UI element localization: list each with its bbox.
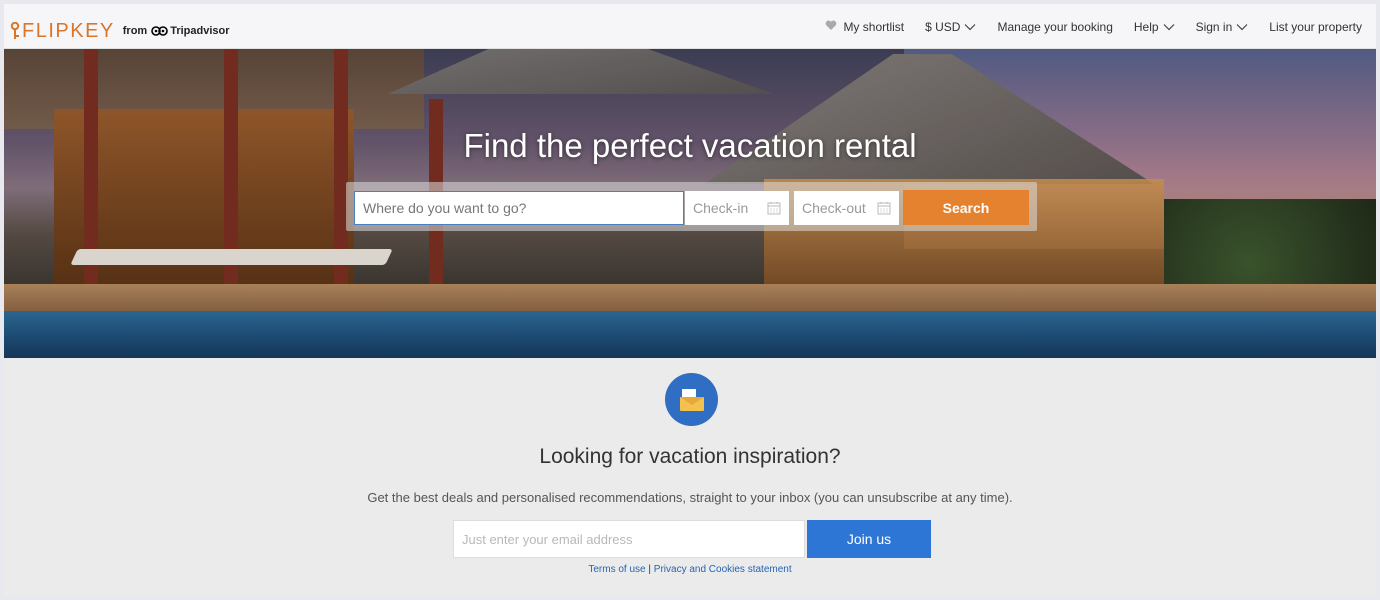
hero-title: Find the perfect vacation rental	[463, 127, 917, 164]
search-button[interactable]: Search	[903, 190, 1029, 225]
site-header: FLIPKEY from Tripadvisor My shortlist $ …	[4, 4, 1376, 49]
envelope-icon	[665, 373, 718, 426]
nav-currency-label: $ USD	[925, 19, 961, 34]
chevron-down-icon	[965, 23, 976, 30]
nav-sign-in[interactable]: Sign in	[1196, 20, 1249, 34]
email-field[interactable]	[453, 520, 805, 558]
search-panel: Where do you want to go? Check-in Check-…	[346, 182, 1037, 231]
nav-shortlist-label: My shortlist	[843, 19, 905, 34]
logo-text: FLIPKEY	[22, 19, 115, 42]
footer-links: Terms of use | Privacy and Cookies state…	[4, 564, 1376, 575]
checkout-input[interactable]: Check-out	[794, 191, 899, 225]
newsletter-title: Looking for vacation inspiration?	[539, 445, 841, 468]
heart-icon	[821, 20, 837, 34]
nav-manage-booking[interactable]: Manage your booking	[997, 20, 1112, 34]
checkout-placeholder: Check-out	[802, 200, 866, 216]
nav-help[interactable]: Help	[1134, 20, 1175, 34]
privacy-link[interactable]: Privacy and Cookies statement	[654, 564, 792, 575]
destination-input[interactable]: Where do you want to go?	[354, 191, 684, 225]
nav-manage-booking-label: Manage your booking	[997, 19, 1113, 34]
key-logo-icon	[10, 21, 20, 40]
logo-partner-text: Tripadvisor	[170, 25, 230, 37]
nav-list-property[interactable]: List your property	[1269, 20, 1362, 34]
checkin-placeholder: Check-in	[693, 200, 749, 216]
logo-from-text: from	[122, 25, 148, 37]
calendar-icon	[767, 202, 781, 215]
header-nav: My shortlist $ USD Manage your booking H…	[800, 4, 1362, 49]
owl-icon	[151, 26, 169, 36]
checkin-input[interactable]: Check-in	[685, 191, 789, 225]
terms-link[interactable]: Terms of use	[588, 564, 645, 575]
calendar-icon	[877, 202, 891, 215]
page-frame: FLIPKEY from Tripadvisor My shortlist $ …	[4, 4, 1376, 596]
nav-shortlist[interactable]: My shortlist	[821, 20, 904, 34]
nav-currency[interactable]: $ USD	[925, 20, 976, 34]
join-button[interactable]: Join us	[807, 520, 931, 558]
destination-placeholder: Where do you want to go?	[363, 200, 527, 216]
footer-separator: |	[648, 564, 651, 575]
chevron-down-icon	[1236, 23, 1248, 30]
nav-list-property-label: List your property	[1269, 19, 1362, 34]
hero-banner: Find the perfect vacation rental Where d…	[4, 49, 1376, 358]
nav-help-label: Help	[1133, 19, 1159, 34]
logo-partner: from Tripadvisor	[123, 25, 230, 37]
nav-sign-in-label: Sign in	[1195, 19, 1233, 34]
chevron-down-icon	[1163, 23, 1175, 30]
flipkey-logo[interactable]: FLIPKEY from Tripadvisor	[10, 19, 230, 42]
newsletter-subtitle: Get the best deals and personalised reco…	[367, 490, 1013, 505]
